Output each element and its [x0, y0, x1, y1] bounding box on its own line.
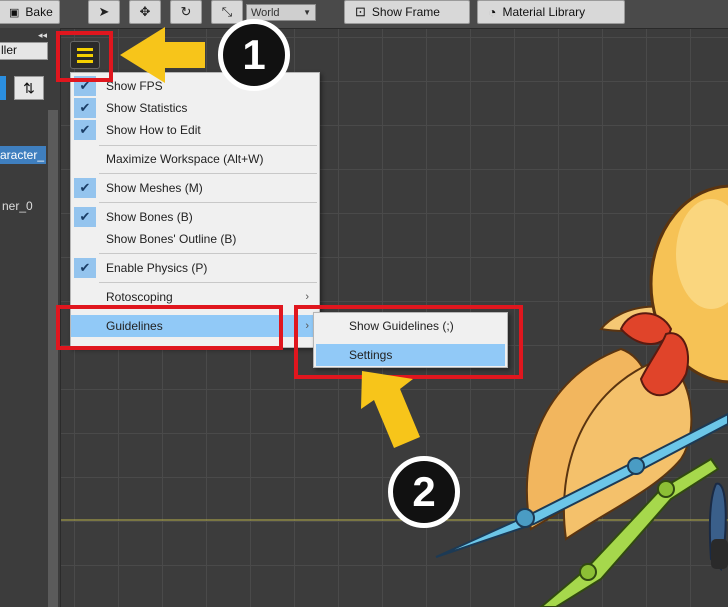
- menu-item-show-bones-outline[interactable]: Show Bones' Outline (B): [71, 228, 319, 250]
- checkmark-icon: ✔: [74, 207, 96, 227]
- menu-item-show-bones[interactable]: ✔ Show Bones (B): [71, 206, 319, 228]
- hierarchy-item[interactable]: ner_0: [2, 199, 33, 213]
- hierarchy-item-selected[interactable]: aracter_: [0, 146, 46, 164]
- frame-icon: ⊡: [355, 4, 366, 19]
- menu-item-enable-physics[interactable]: ✔ Enable Physics (P): [71, 257, 319, 279]
- checkmark-icon: ✔: [74, 178, 96, 198]
- checkmark-icon: ✔: [74, 98, 96, 118]
- bone-joint: [579, 563, 597, 581]
- scale-tool-button[interactable]: ⤡: [211, 0, 243, 24]
- sort-button[interactable]: ⇅: [14, 76, 44, 100]
- menu-item-show-how-to-edit[interactable]: ✔ Show How to Edit: [71, 119, 319, 141]
- checkmark-icon: ✔: [74, 258, 96, 278]
- step-callout-2: 2: [388, 456, 460, 528]
- bake-button[interactable]: ▣ Bake: [0, 0, 60, 24]
- panel-collapse-button[interactable]: ◂◂: [38, 30, 47, 41]
- move-icon: ✥: [139, 4, 151, 19]
- move-tool-button[interactable]: ✥: [129, 0, 161, 24]
- menu-item-label: Show Bones (B): [106, 210, 193, 224]
- sort-icon: ⇅: [23, 79, 35, 96]
- menu-separator: [99, 202, 317, 203]
- menu-separator: [99, 145, 317, 146]
- bake-icon: ▣: [9, 6, 20, 19]
- bake-label: Bake: [25, 5, 53, 19]
- menu-item-label: Rotoscoping: [106, 290, 173, 304]
- bone-joint: [657, 480, 675, 498]
- menu-item-maximize-workspace[interactable]: Maximize Workspace (Alt+W): [71, 148, 319, 170]
- menu-item-label: Show Bones' Outline (B): [106, 232, 237, 246]
- bone-joint: [515, 508, 535, 528]
- menu-separator: [99, 282, 317, 283]
- top-toolbar: ▣ Bake ➤ ✥ ↻ ⤡ World ▼ ⊡ Show Frame ◔ Ma…: [0, 0, 728, 29]
- scale-icon: ⤡: [221, 4, 233, 19]
- highlight-box-menu-button: [56, 31, 113, 82]
- chevron-down-icon: ▼: [303, 8, 311, 17]
- select-tool-button[interactable]: ➤: [88, 0, 120, 24]
- coordinate-space-value: World: [251, 6, 280, 19]
- menu-item-label: Show How to Edit: [106, 123, 201, 137]
- menu-item-label: Show Statistics: [106, 101, 188, 115]
- step-number: 2: [412, 468, 436, 515]
- blue-toggle-button[interactable]: [0, 76, 6, 100]
- menu-item-label: Show Meshes (M): [106, 181, 203, 195]
- menu-item-label: Enable Physics (P): [106, 261, 208, 275]
- controller-field[interactable]: ller: [0, 42, 48, 60]
- menu-separator: [99, 253, 317, 254]
- show-frame-button[interactable]: ⊡ Show Frame: [344, 0, 470, 24]
- rotate-tool-button[interactable]: ↻: [170, 0, 202, 24]
- hierarchy-panel: ◂◂ ller ⇅ aracter_ ner_0: [0, 28, 61, 607]
- menu-item-show-meshes[interactable]: ✔ Show Meshes (M): [71, 177, 319, 199]
- material-library-label: Material Library: [502, 5, 586, 19]
- menu-separator: [99, 173, 317, 174]
- checkmark-icon: ✔: [74, 120, 96, 140]
- highlight-box-settings: [294, 305, 523, 379]
- rotate-icon: ↻: [180, 4, 192, 19]
- menu-item-label: Maximize Workspace (Alt+W): [106, 152, 264, 166]
- bone-joint: [627, 457, 645, 475]
- panel-scrollbar[interactable]: [48, 110, 58, 607]
- cursor-icon: ➤: [98, 4, 110, 19]
- step-callout-1: 1: [218, 19, 290, 91]
- menu-item-label: Show FPS: [106, 79, 163, 93]
- material-library-icon: ◔: [488, 4, 497, 20]
- menu-item-show-statistics[interactable]: ✔ Show Statistics: [71, 97, 319, 119]
- material-library-button[interactable]: ◔ Material Library: [477, 0, 625, 24]
- character-foot: [711, 539, 728, 569]
- chevron-right-icon: ›: [305, 291, 309, 303]
- step-number: 1: [242, 31, 266, 78]
- highlight-box-guidelines: [56, 305, 283, 350]
- show-frame-label: Show Frame: [371, 5, 440, 19]
